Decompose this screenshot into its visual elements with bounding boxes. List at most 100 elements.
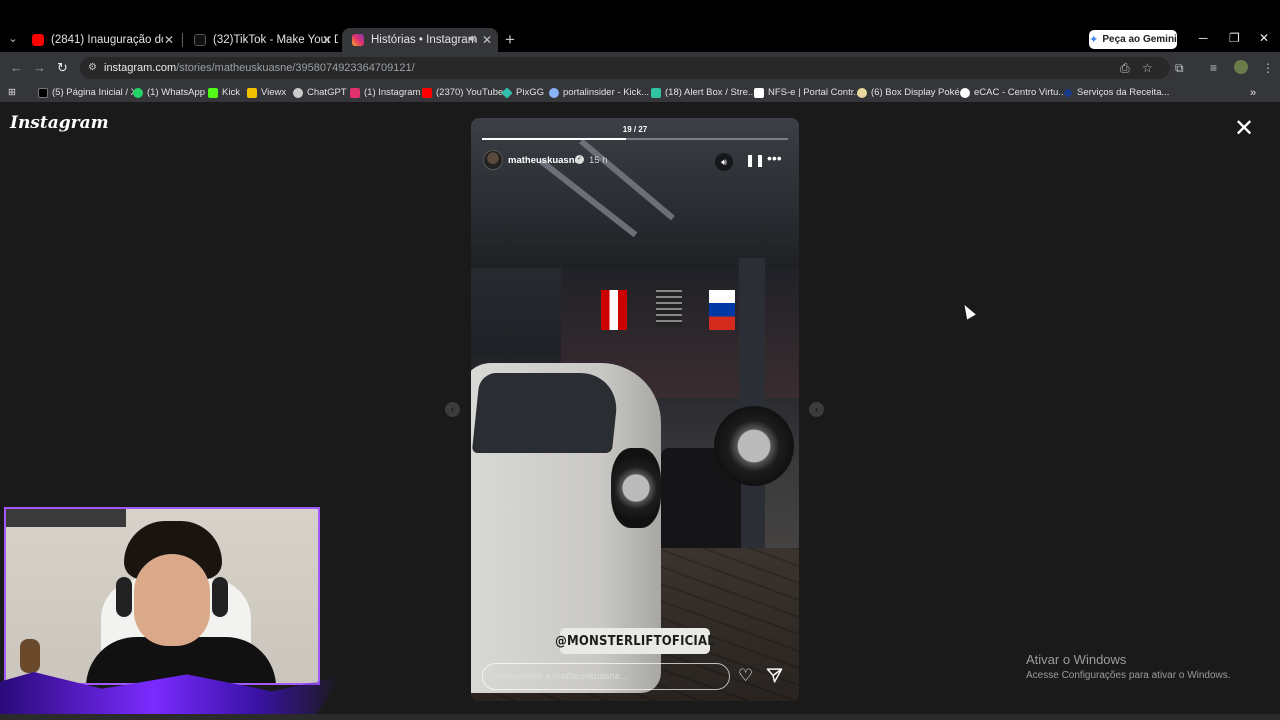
bookmark-viewx[interactable]: Viewx xyxy=(247,87,286,98)
url-path: /stories/matheuskuasne/39580749233647091… xyxy=(176,62,415,74)
bookmark-x[interactable]: (5) Página Inicial / X xyxy=(38,87,137,98)
send-direct-icon[interactable] xyxy=(766,667,783,684)
tab-title: (32)TikTok - Make Your Day xyxy=(213,34,338,46)
more-bookmarks-icon[interactable]: » xyxy=(1250,87,1256,99)
bookmark-label: portalinsider - Kick... xyxy=(563,87,650,98)
bottom-edge xyxy=(0,714,1280,720)
bookmark-portalinsider[interactable]: portalinsider - Kick... xyxy=(549,87,649,98)
previous-story-icon[interactable]: ‹ xyxy=(445,402,460,417)
bookmark-ecac[interactable]: eCAC - Centro Virtu... xyxy=(960,87,1066,98)
headset-icon xyxy=(212,577,228,617)
profile-avatar[interactable] xyxy=(1234,60,1248,74)
close-story-icon[interactable]: ✕ xyxy=(1234,117,1254,141)
new-tab-button[interactable]: + xyxy=(505,30,515,50)
reply-input[interactable]: Responder a matheuskuasne... xyxy=(482,663,730,690)
reload-icon[interactable]: ↻ xyxy=(57,60,68,76)
extensions-icon[interactable]: ⧉ xyxy=(1175,61,1184,76)
story-media[interactable]: @MONSTERLIFTOFICIAL xyxy=(471,118,799,701)
story-progress-bar xyxy=(482,138,788,140)
close-tab-icon[interactable]: ✕ xyxy=(322,33,332,47)
bookmark-star-icon[interactable]: ☆ xyxy=(1142,61,1153,75)
kick-icon xyxy=(208,87,218,98)
minimize-icon[interactable]: ─ xyxy=(1199,31,1208,45)
tab-title: (2841) Inauguração do novo m xyxy=(51,34,163,46)
address-bar[interactable]: ⚙ instagram.com/stories/matheuskuasne/39… xyxy=(80,57,1170,79)
close-tab-icon[interactable]: ✕ xyxy=(164,33,174,47)
story-scene-flag xyxy=(709,290,735,330)
whatsapp-icon xyxy=(133,87,143,98)
gemini-sparkle-icon: ✦ xyxy=(1089,34,1099,46)
install-app-icon[interactable]: ⎙ xyxy=(1120,61,1130,76)
more-options-icon[interactable]: ••• xyxy=(767,150,782,166)
instagram-logo[interactable]: Instagram xyxy=(10,113,109,133)
story-scene-tire xyxy=(611,448,661,528)
story-user-avatar[interactable] xyxy=(483,150,503,170)
forward-arrow-icon[interactable]: → xyxy=(33,60,46,75)
tab-audio-icon[interactable]: 🔊︎ xyxy=(469,33,476,46)
bookmark-label: eCAC - Centro Virtu... xyxy=(974,87,1067,98)
youtube-icon xyxy=(422,87,432,98)
tab-instagram-active[interactable]: Histórias • Instagram 🔊︎ ✕ xyxy=(342,28,498,52)
bookmark-nfse[interactable]: NFS-e | Portal Contr... xyxy=(754,87,861,98)
bookmark-label: Viewx xyxy=(261,87,287,98)
site-info-icon[interactable]: ⚙ xyxy=(88,62,97,73)
sound-icon[interactable]: 🔊︎ xyxy=(715,153,733,171)
bookmark-label: Serviços da Receita... xyxy=(1077,87,1170,98)
portalinsider-icon xyxy=(549,87,559,98)
pokemon-icon xyxy=(857,87,867,98)
instagram-favicon-icon xyxy=(352,34,364,46)
tab-tiktok[interactable]: (32)TikTok - Make Your Day ✕ xyxy=(184,28,338,52)
pause-icon[interactable]: ❚❚ xyxy=(745,153,765,167)
mention-sticker[interactable]: @MONSTERLIFTOFICIAL xyxy=(555,628,715,654)
tab-search-chevron-icon[interactable]: ⌄ xyxy=(6,32,20,46)
headset-icon xyxy=(116,577,132,617)
media-controls-icon[interactable]: ≡ xyxy=(1210,61,1217,75)
ecac-icon xyxy=(960,87,970,98)
pixgg-icon xyxy=(501,86,513,99)
tiktok-favicon-icon xyxy=(194,34,206,46)
story-scene-flag xyxy=(601,290,627,330)
chatgpt-icon xyxy=(293,87,303,98)
story-scene-flag xyxy=(656,286,682,326)
bookmark-alertbox[interactable]: (18) Alert Box / Stre... xyxy=(651,87,756,98)
viewx-icon xyxy=(247,87,257,98)
bookmark-youtube[interactable]: (2370) YouTube xyxy=(422,87,503,98)
tab-title: Histórias • Instagram xyxy=(371,34,478,46)
url-host: instagram.com xyxy=(104,62,177,74)
story-timestamp: 15 h xyxy=(589,155,608,166)
watermark-title: Ativar o Windows xyxy=(1026,652,1127,667)
bookmark-instagram[interactable]: (1) Instagram xyxy=(350,87,421,98)
bookmark-kick[interactable]: Kick xyxy=(208,87,240,98)
instagram-icon xyxy=(350,87,360,98)
bookmark-boxdisplay[interactable]: (6) Box Display Poké... xyxy=(857,87,968,98)
bookmark-label: (2370) YouTube xyxy=(436,87,504,98)
x-icon xyxy=(38,87,48,98)
close-tab-icon[interactable]: ✕ xyxy=(482,33,492,47)
back-arrow-icon[interactable]: ← xyxy=(10,60,23,75)
apps-grid-icon[interactable]: ⊞ xyxy=(8,87,16,98)
bookmark-label: ChatGPT xyxy=(307,87,347,98)
tab-youtube[interactable]: (2841) Inauguração do novo m ✕ xyxy=(22,28,180,52)
webcam-scene-person-face xyxy=(134,554,210,646)
like-heart-icon[interactable]: ♡ xyxy=(738,666,753,686)
bookmark-label: (5) Página Inicial / X xyxy=(52,87,138,98)
window-close-icon[interactable]: ✕ xyxy=(1259,31,1269,45)
bookmark-label: Kick xyxy=(222,87,240,98)
bookmark-label: NFS-e | Portal Contr... xyxy=(768,87,862,98)
bookmark-chatgpt[interactable]: ChatGPT xyxy=(293,87,347,98)
bookmark-label: PixGG xyxy=(516,87,544,98)
bookmark-pixgg[interactable]: PixGG xyxy=(501,86,544,99)
next-story-icon[interactable]: › xyxy=(809,402,824,417)
gemini-label: Peça ao Gemini xyxy=(1102,34,1177,45)
more-menu-icon[interactable]: ⋮ xyxy=(1262,61,1274,75)
restore-icon[interactable]: ❐ xyxy=(1229,31,1240,45)
watermark-subtitle: Acesse Configurações para ativar o Windo… xyxy=(1026,670,1231,681)
bookmark-whatsapp[interactable]: (1) WhatsApp xyxy=(133,87,205,98)
story-counter: 19 / 27 xyxy=(622,125,648,134)
gemini-button[interactable]: ✦ Peça ao Gemini xyxy=(1089,30,1177,49)
nfse-icon xyxy=(754,87,764,98)
youtube-favicon-icon xyxy=(32,34,44,46)
story-username[interactable]: matheuskuasne xyxy=(508,155,580,166)
story-scene-roof xyxy=(471,118,799,268)
bookmark-receita[interactable]: Serviços da Receita... xyxy=(1063,87,1169,98)
